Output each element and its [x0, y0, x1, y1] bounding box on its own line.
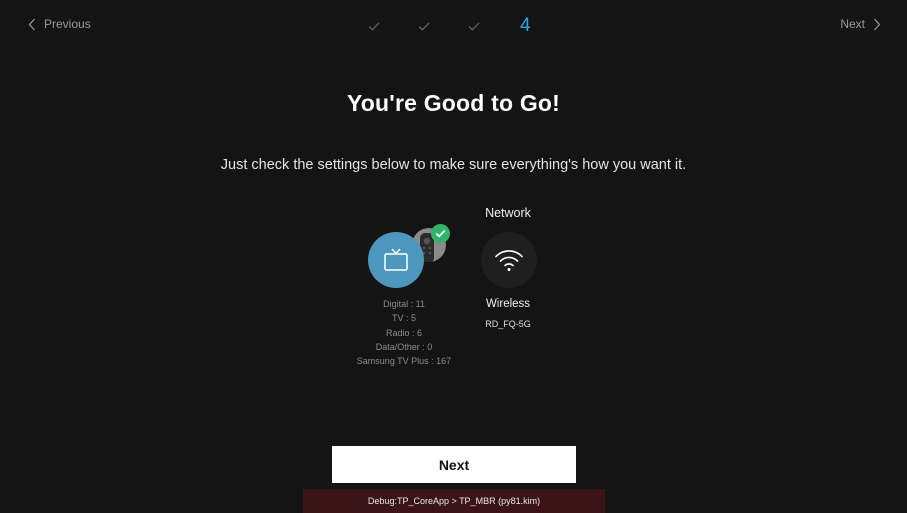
channel-stat-radio: Radio : 6 [385, 327, 423, 338]
chevron-left-icon [28, 18, 36, 31]
next-nav-label: Next [840, 17, 865, 31]
channel-stat-digital: Digital : 11 [383, 299, 425, 309]
previous-button[interactable]: Previous [28, 17, 91, 31]
debug-bar: Debug:TP_CoreApp > TP_MBR (py81.kim) [303, 489, 605, 513]
channel-stat-samsung-tv-plus: Samsung TV Plus : 167 [356, 356, 452, 367]
check-icon [431, 224, 450, 243]
next-button[interactable]: Next [332, 446, 576, 483]
tv-icon [368, 232, 424, 288]
page-title: You're Good to Go! [346, 90, 561, 116]
step-indicator: 4 [366, 14, 531, 38]
page-subtitle: Just check the settings below to make su… [220, 157, 687, 173]
channel-stat-data-other: Data/Other : 0 [375, 341, 433, 352]
network-type: Wireless [485, 298, 531, 310]
channel-stat-tv: TV : 5 [391, 313, 416, 324]
network-ssid: RD_FQ-5G [485, 319, 531, 329]
previous-label: Previous [44, 17, 91, 31]
step-2-check-icon [416, 22, 432, 31]
wifi-icon [481, 232, 537, 288]
step-3-check-icon [466, 22, 482, 31]
setup-complete-screen: Previous 4 Next You're Good to Go! Just … [0, 0, 907, 513]
current-step-number: 4 [520, 15, 531, 36]
chevron-right-icon [873, 18, 881, 31]
network-title: Network [485, 206, 531, 220]
channel-stats: Digital : 11 TV : 5 Radio : 6 Data/Other… [334, 297, 474, 368]
next-nav-button[interactable]: Next [840, 17, 881, 31]
step-1-check-icon [366, 22, 382, 31]
